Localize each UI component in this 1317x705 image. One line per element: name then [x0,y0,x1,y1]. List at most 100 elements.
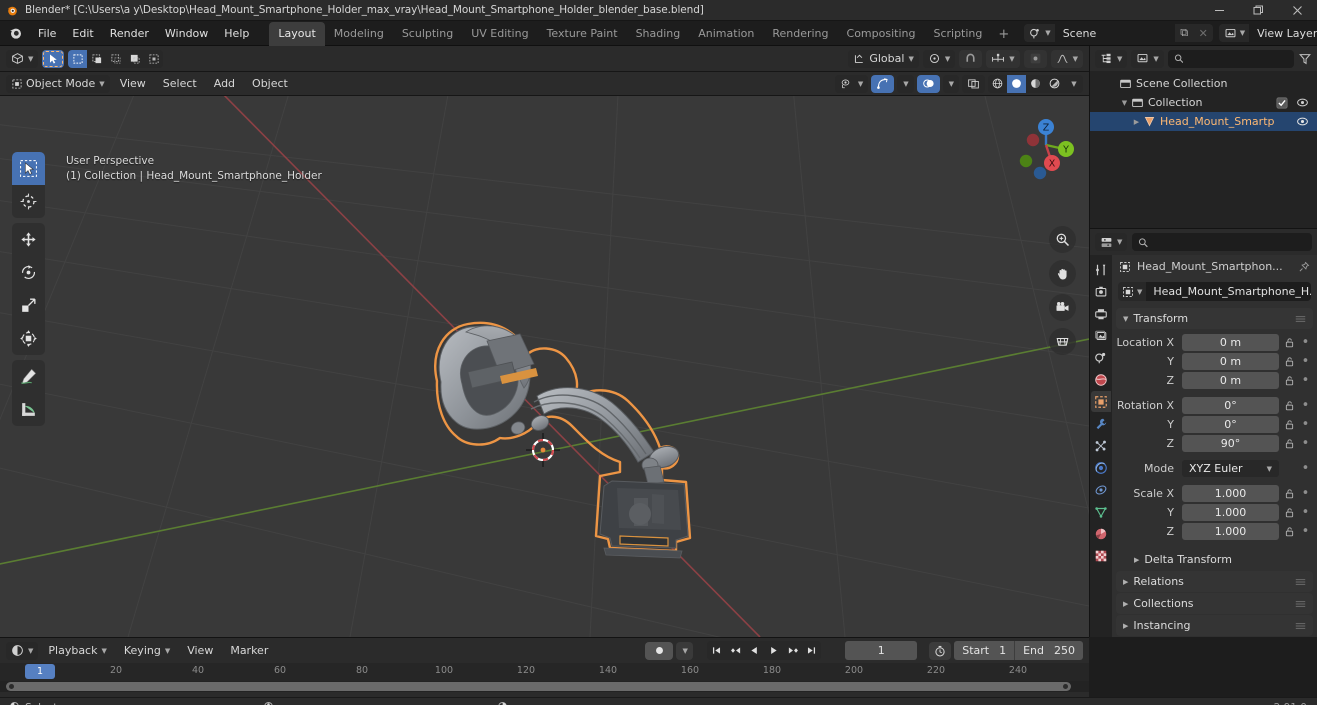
properties-tab-scene[interactable] [1091,347,1111,368]
workspace-tab-texture-paint[interactable]: Texture Paint [538,22,627,46]
scale-x-value[interactable]: 1.000 [1182,485,1279,502]
properties-tab-material[interactable] [1091,523,1111,544]
workspace-tab-animation[interactable]: Animation [689,22,763,46]
scale-x-animate-dot[interactable]: • [1300,487,1311,500]
outliner-row-object[interactable]: ▶ Head_Mount_Smartp [1090,112,1317,131]
workspace-tab-scripting[interactable]: Scripting [924,22,991,46]
end-frame-field[interactable]: End 250 [1015,641,1083,660]
workspace-tab-rendering[interactable]: Rendering [763,22,837,46]
select-extend-button[interactable] [87,50,106,68]
rotation-y-value[interactable]: 0° [1182,416,1279,433]
use-preview-range-button[interactable] [929,641,952,660]
outliner-search-box[interactable] [1167,49,1294,68]
transform-orientation-button[interactable]: Global ▼ [848,49,919,68]
select-set-button[interactable] [68,49,88,68]
timeline-ruler[interactable]: 20 40 60 80 100 120 140 160 180 200 220 … [0,663,1089,681]
del</span>ta-transform-panel-header[interactable]: ▶ Delta Transform [1116,549,1313,570]
rotation-mode-dropdown[interactable]: XYZ Euler ▼ [1182,460,1279,477]
scene-name[interactable]: Scene [1054,24,1175,42]
scale-x-lock[interactable] [1283,488,1296,499]
tool-tweak-select[interactable] [12,152,45,185]
pin-id-button[interactable] [1298,261,1310,273]
properties-tab-render[interactable] [1091,281,1111,302]
properties-tab-particles[interactable] [1091,435,1111,456]
visibility-dropdown[interactable]: ▼ [834,74,869,93]
overlays-settings-dropdown[interactable]: ▼ [942,74,959,93]
menu-help[interactable]: Help [216,24,257,43]
timeline-editor-type-button[interactable]: ▼ [6,641,39,660]
outliner-row-scene-collection[interactable]: Scene Collection [1090,74,1317,93]
scene-new-button[interactable]: ⧉ [1174,24,1194,42]
properties-tab-texture[interactable] [1091,545,1111,566]
eye-icon[interactable] [1296,115,1309,128]
workspace-tab-compositing[interactable]: Compositing [838,22,925,46]
menu-edit[interactable]: Edit [64,24,101,43]
location-x-value[interactable]: 0 m [1182,334,1279,351]
rotation-x-animate-dot[interactable]: • [1300,399,1311,412]
properties-search-input[interactable] [1152,236,1306,248]
minimize-button[interactable] [1200,0,1239,21]
rotation-mode-animate-dot[interactable]: • [1300,462,1311,475]
workspace-tab-modeling[interactable]: Modeling [325,22,393,46]
object-browse-button[interactable]: ▼ [1118,282,1147,301]
auto-keying-settings[interactable]: ▼ [676,641,694,660]
location-y-value[interactable]: 0 m [1182,353,1279,370]
tool-move[interactable] [12,223,45,256]
rotation-z-animate-dot[interactable]: • [1300,437,1311,450]
view-layer-name[interactable]: View Layer [1249,24,1317,42]
material-preview-button[interactable] [1026,75,1045,93]
rotation-z-value[interactable]: 90° [1182,435,1279,452]
timeline-menu-keying[interactable]: Keying ▼ [117,642,177,660]
overlays-toggle-button[interactable] [916,74,940,93]
viewport-menu-object[interactable]: Object [245,75,295,93]
scale-z-lock[interactable] [1283,526,1296,537]
scene-browse-button[interactable]: ▼ [1024,24,1055,42]
object-disclosure-triangle[interactable]: ▶ [1130,118,1143,126]
scale-y-lock[interactable] [1283,507,1296,518]
gizmo-settings-dropdown[interactable]: ▼ [897,74,914,93]
timeline-scrollbar-handle[interactable] [6,682,1071,691]
location-z-animate-dot[interactable]: • [1300,374,1311,387]
snap-settings-button[interactable]: ▼ [986,49,1020,68]
zoom-view-button[interactable] [1049,226,1076,253]
navigation-gizmo[interactable]: Z Y X [1009,108,1083,182]
timeline-menu-view[interactable]: View [180,642,220,660]
viewport-menu-add[interactable]: Add [207,75,242,93]
menu-window[interactable]: Window [157,24,216,43]
timeline-menu-playback[interactable]: Playback ▼ [41,642,113,660]
rotation-x-lock[interactable] [1283,400,1296,411]
play-button[interactable] [764,641,783,660]
select-difference-button[interactable] [144,50,163,68]
tool-measure[interactable] [12,393,45,426]
workspace-tab-layout[interactable]: Layout [269,21,325,46]
properties-tab-modifiers[interactable] [1091,413,1111,434]
properties-tab-output[interactable] [1091,303,1111,324]
outliner-row-collection[interactable]: ▼ Collection [1090,93,1317,112]
viewport-menu-select[interactable]: Select [156,75,204,93]
location-x-lock[interactable] [1283,337,1296,348]
relations-panel-header[interactable]: ▶ Relations [1116,571,1313,592]
jump-prev-keyframe-button[interactable] [726,641,745,660]
tool-3d-cursor[interactable] [12,185,45,218]
location-y-animate-dot[interactable]: • [1300,355,1311,368]
checkbox-icon[interactable] [1276,96,1288,109]
timeline-menu-marker[interactable]: Marker [223,642,275,660]
close-button[interactable] [1278,0,1317,21]
add-workspace-button[interactable]: + [991,23,1016,46]
rendered-shading-button[interactable] [1045,75,1064,93]
wireframe-shading-button[interactable] [988,75,1007,93]
playhead[interactable]: 1 [25,664,55,679]
3d-viewport[interactable]: User Perspective (1) Collection | Head_M… [0,96,1089,637]
editor-type-button[interactable]: ▼ [6,49,39,68]
outliner-display-mode-button[interactable]: ▼ [1131,49,1164,68]
scene-unlink-button[interactable]: ✕ [1193,24,1213,42]
object-mode-dropdown[interactable]: Object Mode ▼ [6,74,110,93]
viewport-menu-view[interactable]: View [113,75,153,93]
tool-rotate[interactable] [12,256,45,289]
collection-disclosure-triangle[interactable]: ▼ [1118,99,1131,107]
tool-annotate[interactable] [12,360,45,393]
pan-view-button[interactable] [1049,260,1076,287]
shading-settings-dropdown[interactable]: ▼ [1064,75,1083,93]
outliner-search-input[interactable] [1187,52,1288,65]
transform-panel-header[interactable]: ▼ Transform [1116,308,1313,329]
